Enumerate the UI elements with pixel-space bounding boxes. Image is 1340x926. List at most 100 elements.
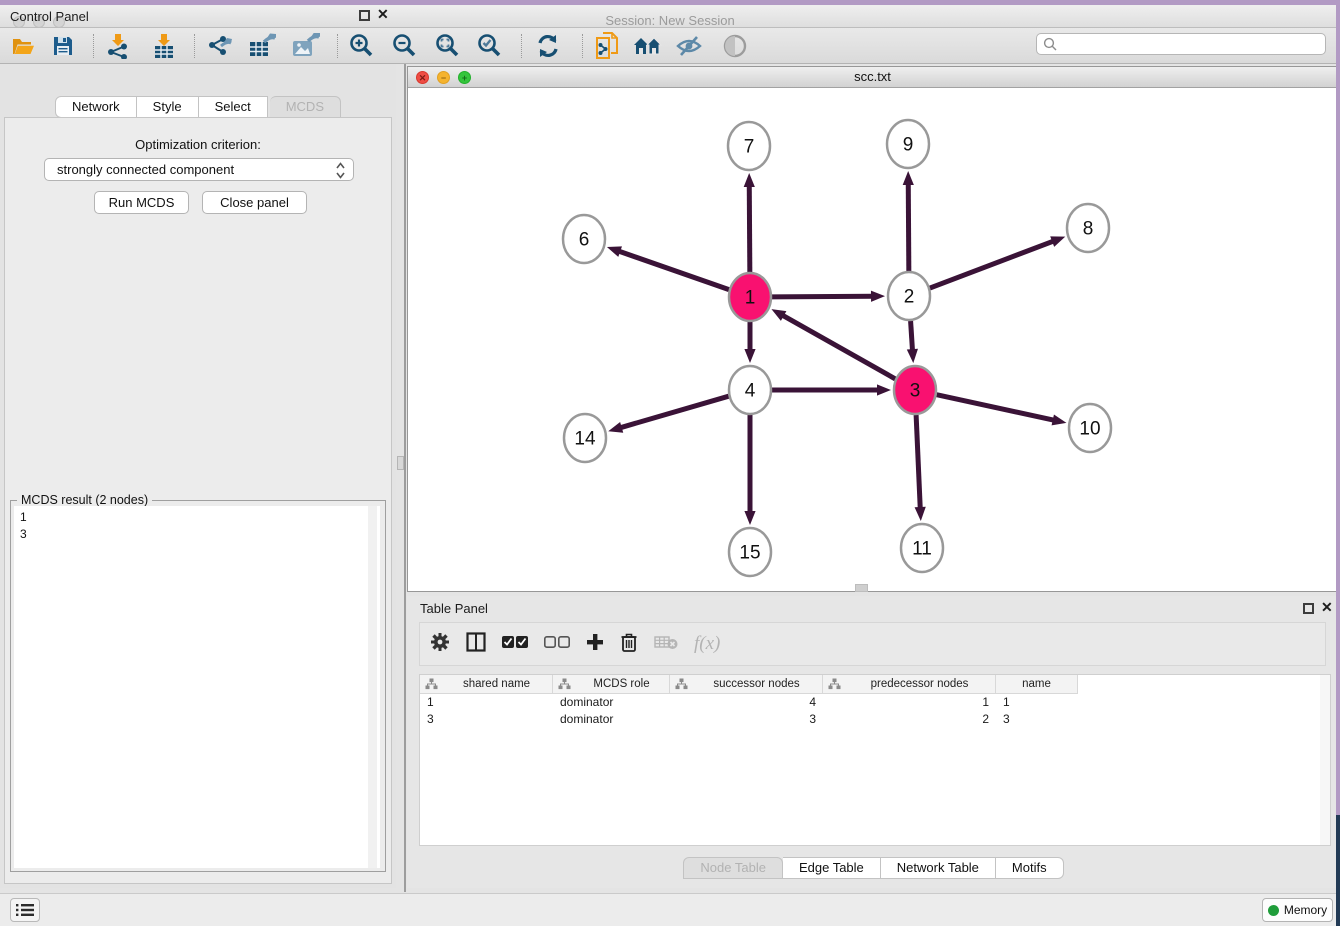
mcds-result-scrollbar[interactable] [368,506,377,868]
graph-node-4[interactable]: 4 [729,366,771,414]
column-header-name[interactable]: name [996,675,1078,694]
edge-1-2[interactable] [772,296,874,297]
edge-arrowhead [1050,236,1065,246]
edge-3-11[interactable] [916,415,920,510]
edge-2-8[interactable] [930,241,1055,289]
edge-3-10[interactable] [937,395,1056,421]
tab-network-table[interactable]: Network Table [881,857,996,879]
task-history-button[interactable] [10,898,40,922]
tab-style[interactable]: Style [137,96,199,118]
float-icon[interactable] [359,10,370,21]
edge-arrowhead [744,511,755,525]
tab-motifs[interactable]: Motifs [996,857,1064,879]
table-cell: dominator [553,711,670,728]
delete-icon[interactable] [620,632,638,657]
graph-node-9[interactable]: 9 [887,120,929,168]
zoom-selected-icon[interactable] [475,32,505,60]
table-cell: 2 [823,711,996,728]
split-panes-icon[interactable] [466,632,486,657]
edge-2-3[interactable] [911,321,913,352]
svg-text:15: 15 [739,543,760,564]
tab-network[interactable]: Network [55,96,137,118]
table-row[interactable]: 3dominator323 [420,711,1330,728]
graph-node-15[interactable]: 15 [729,528,771,576]
optimization-criterion-label: Optimization criterion: [0,137,396,152]
network-view-window: ✕ − + scc.txt 1234678910111415 [407,66,1338,592]
node-table: shared nameMCDS rolesuccessor nodesprede… [419,674,1331,846]
delete-table-icon[interactable] [654,634,678,655]
tab-mcds[interactable]: MCDS [270,96,341,118]
titlebar: Session: New Session [0,5,1340,28]
open-session-icon[interactable] [8,32,38,60]
graph-node-1[interactable]: 1 [729,273,771,321]
table-row[interactable]: 1dominator411 [420,694,1330,711]
column-header-successor-nodes[interactable]: successor nodes [670,675,823,694]
control-panel-tabs: NetworkStyleSelectMCDS [0,96,396,118]
close-icon[interactable]: ✕ [377,6,389,23]
table-scrollbar[interactable] [1320,675,1330,845]
graph-node-6[interactable]: 6 [563,215,605,263]
graph-node-10[interactable]: 10 [1069,404,1111,452]
edge-1-7[interactable] [749,184,750,272]
column-header-predecessor-nodes[interactable]: predecessor nodes [823,675,996,694]
network-from-file-icon[interactable] [593,32,623,60]
network-window-grip[interactable] [855,584,868,592]
search-input[interactable] [1036,33,1326,55]
panel-divider-grip[interactable] [397,456,404,470]
edge-arrowhead [903,171,914,185]
mcds-result-textarea[interactable]: 1 3 [14,506,380,868]
memory-label: Memory [1284,903,1327,917]
graph-node-3[interactable]: 3 [894,366,936,414]
edge-4-14[interactable] [619,396,729,428]
zoom-fit-icon[interactable] [433,32,463,60]
graph-node-2[interactable]: 2 [888,272,930,320]
edge-3-1[interactable] [781,314,895,378]
export-network-icon[interactable] [205,32,235,60]
gear-icon[interactable] [430,632,450,657]
close-icon[interactable]: ✕ [1321,599,1333,616]
edge-arrowhead [871,291,885,302]
svg-text:3: 3 [910,381,921,402]
refresh-layout-icon[interactable] [533,32,563,60]
add-column-icon[interactable] [586,633,604,656]
edge-arrowhead [907,349,918,363]
graph-node-11[interactable]: 11 [901,524,943,572]
export-table-icon[interactable] [248,32,278,60]
graph-node-14[interactable]: 14 [564,414,606,462]
import-table-icon[interactable] [149,32,179,60]
panel-divider[interactable] [404,64,406,892]
import-network-icon[interactable] [103,32,133,60]
save-session-icon[interactable] [48,32,78,60]
zoom-in-icon[interactable] [347,32,377,60]
tab-select[interactable]: Select [199,96,268,118]
export-image-icon[interactable] [291,32,321,60]
edge-1-6[interactable] [617,251,729,290]
optimization-criterion-select[interactable]: strongly connected component [44,158,354,181]
edge-arrowhead [607,246,622,257]
close-panel-button[interactable]: Close panel [202,191,307,214]
graph-node-7[interactable]: 7 [728,122,770,170]
zoom-out-icon[interactable] [390,32,420,60]
edge-arrowhead [744,173,755,187]
edge-arrowhead [1052,414,1067,425]
memory-button[interactable]: Memory [1262,898,1333,922]
column-header-MCDS-role[interactable]: MCDS role [553,675,670,694]
tab-edge-table[interactable]: Edge Table [783,857,881,879]
network-graph-canvas[interactable]: 1 2 3 4 6 7 8 9 10 11 14 15 [408,88,1337,591]
edge-arrowhead [915,507,926,521]
show-all-icon[interactable] [720,32,750,60]
run-mcds-button[interactable]: Run MCDS [94,191,189,214]
svg-text:1: 1 [745,288,756,309]
function-icon[interactable]: f(x) [694,633,720,655]
tab-node-table[interactable]: Node Table [683,857,783,879]
column-header-shared-name[interactable]: shared name [420,675,553,694]
hide-selected-icon[interactable] [674,32,704,60]
edge-2-9[interactable] [908,182,909,271]
deselect-all-icon[interactable] [544,635,570,654]
float-icon[interactable] [1303,603,1314,614]
table-cell: 4 [670,694,823,711]
svg-text:14: 14 [574,429,596,450]
graph-node-8[interactable]: 8 [1067,204,1109,252]
select-all-icon[interactable] [502,635,528,654]
first-neighbors-icon[interactable] [632,32,668,60]
